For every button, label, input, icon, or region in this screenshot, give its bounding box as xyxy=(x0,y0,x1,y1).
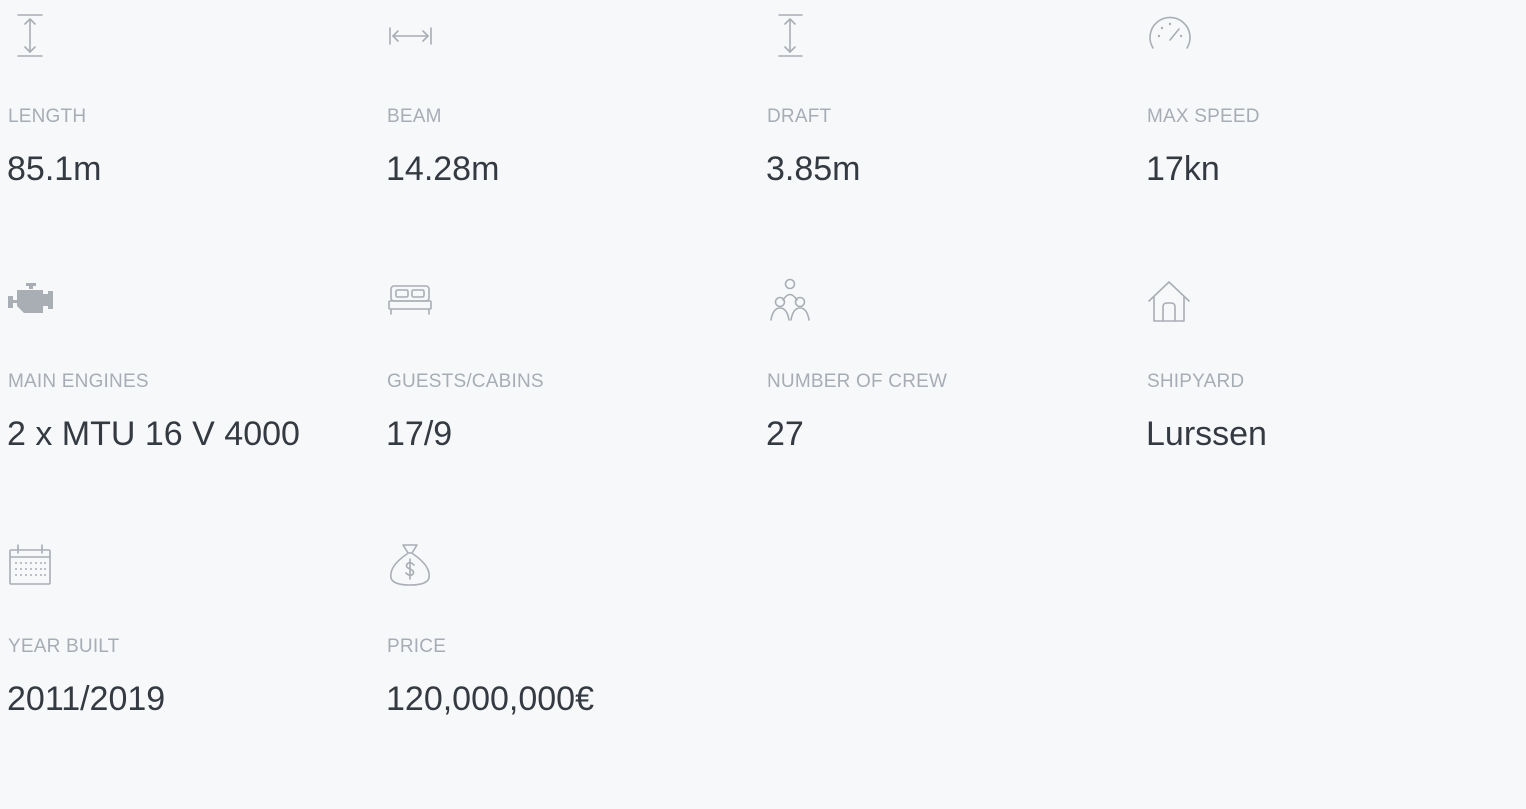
spec-label: NUMBER OF CREW xyxy=(767,371,948,392)
spec-value: 120,000,000€ xyxy=(386,680,594,718)
spec-value: 2011/2019 xyxy=(7,680,166,718)
spec-price: PRICE 120,000,000€ xyxy=(379,530,749,770)
calendar-icon xyxy=(0,530,60,590)
spec-label: MAX SPEED xyxy=(1147,106,1260,127)
spec-value: 27 xyxy=(766,415,804,453)
beam-icon xyxy=(379,0,439,60)
money-bag-icon xyxy=(379,530,439,590)
spec-label: GUESTS/CABINS xyxy=(387,371,544,392)
crew-icon xyxy=(759,265,819,325)
spec-value: 17/9 xyxy=(386,415,453,453)
spec-label: PRICE xyxy=(387,636,447,657)
house-icon xyxy=(1139,265,1199,325)
spec-beam: BEAM 14.28m xyxy=(379,0,749,240)
speedometer-icon xyxy=(1139,0,1199,60)
spec-main-engines: MAIN ENGINES 2 x MTU 16 V 4000 xyxy=(0,265,370,505)
spec-year-built: YEAR BUILT 2011/2019 xyxy=(0,530,370,770)
spec-value: 14.28m xyxy=(386,150,500,188)
spec-draft: DRAFT 3.85m xyxy=(759,0,1129,240)
spec-label: MAIN ENGINES xyxy=(8,371,149,392)
length-icon xyxy=(0,0,60,60)
spec-max-speed: MAX SPEED 17kn xyxy=(1139,0,1509,240)
engine-icon xyxy=(0,265,60,325)
spec-length: LENGTH 85.1m xyxy=(0,0,370,240)
spec-value: 85.1m xyxy=(7,150,102,188)
spec-value: 17kn xyxy=(1146,150,1220,188)
spec-shipyard: SHIPYARD Lurssen xyxy=(1139,265,1509,505)
spec-value: 2 x MTU 16 V 4000 xyxy=(7,415,300,453)
spec-number-of-crew: NUMBER OF CREW 27 xyxy=(759,265,1129,505)
spec-label: BEAM xyxy=(387,106,442,127)
spec-value: Lurssen xyxy=(1146,415,1267,453)
spec-guests-cabins: GUESTS/CABINS 17/9 xyxy=(379,265,749,505)
spec-label: DRAFT xyxy=(767,106,832,127)
spec-label: SHIPYARD xyxy=(1147,371,1245,392)
spec-label: LENGTH xyxy=(8,106,87,127)
yacht-specs-grid: LENGTH 85.1m BEAM 14.28m DRAFT 3.85m MAX… xyxy=(0,0,1526,809)
draft-icon xyxy=(759,0,819,60)
bed-icon xyxy=(379,265,439,325)
spec-label: YEAR BUILT xyxy=(8,636,120,657)
spec-value: 3.85m xyxy=(766,150,861,188)
